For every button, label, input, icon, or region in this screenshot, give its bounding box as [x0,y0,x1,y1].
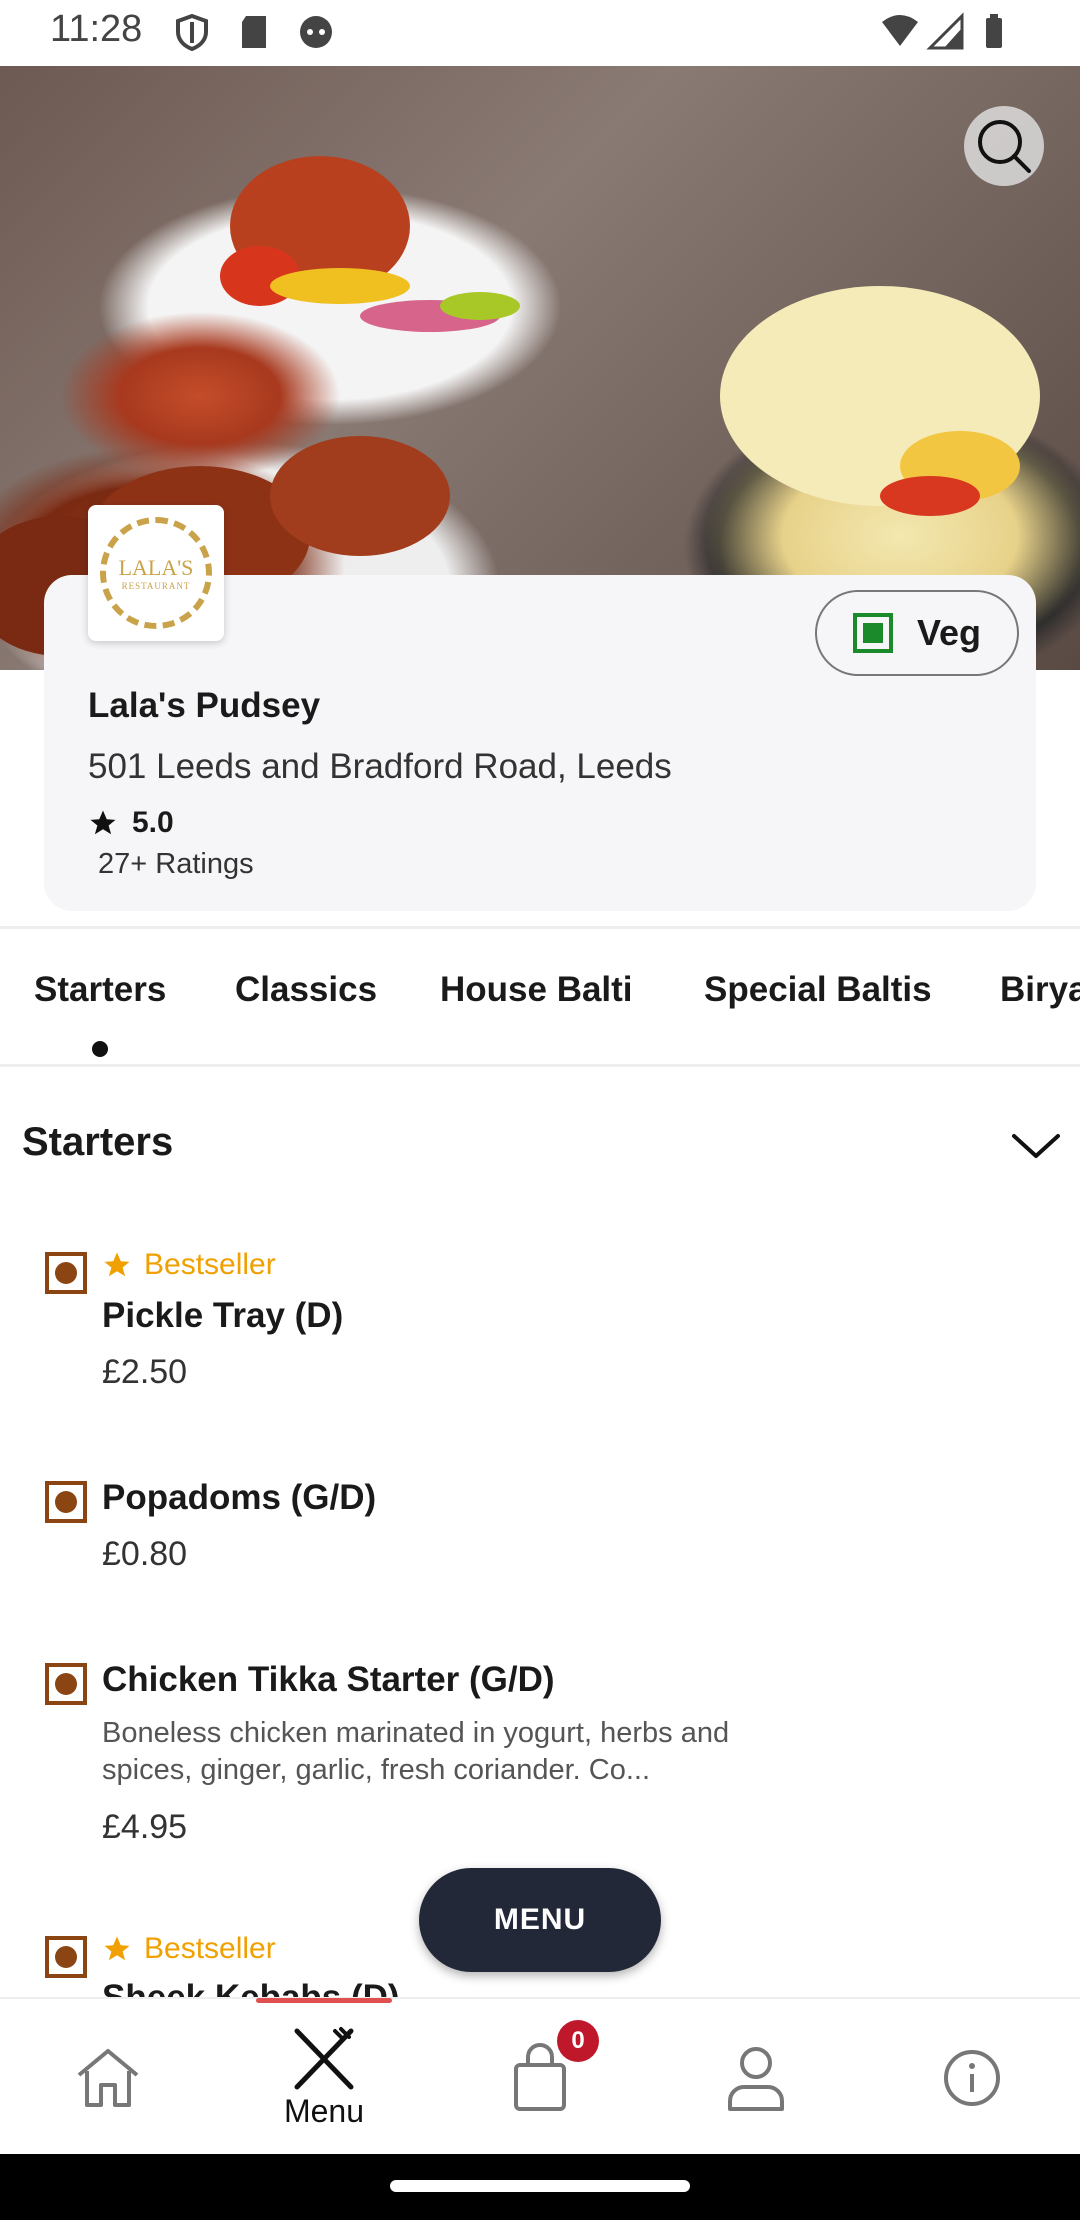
status-time: 11:28 [50,8,143,50]
bottom-nav: Menu [0,1997,1080,2156]
nav-cart[interactable] [432,1999,648,2156]
veg-icon [852,613,893,653]
star-icon [104,1936,130,1961]
category-tabs: Starters Classics House Balti Special Ba… [0,930,1080,1065]
nav-menu[interactable]: Menu [216,1999,432,2156]
user-icon [728,2046,784,2111]
veg-label: Veg [916,612,982,653]
item-price: £0.80 [102,1535,188,1573]
nav-home[interactable] [0,1999,216,2156]
item-name[interactable]: Chicken Tikka Starter (G/D) [102,1660,555,1700]
rating-value: 5.0 [132,806,174,839]
nav-info[interactable] [864,1999,1080,2156]
android-face-icon [300,16,332,48]
active-tab-indicator [92,1041,108,1057]
nav-active-indicator [256,1998,392,2003]
non-veg-icon [45,1252,87,1294]
wifi-icon [882,15,918,46]
item-name[interactable]: Pickle Tray (D) [102,1296,343,1336]
shield-icon [176,13,208,52]
section-title: Starters [22,1120,174,1164]
tab-starters[interactable]: Starters [34,970,166,1010]
item-price: £4.95 [102,1808,188,1846]
veg-filter-toggle[interactable]: Veg [815,590,1019,676]
tab-classics[interactable]: Classics [235,970,377,1010]
bestseller-label: Bestseller [144,1932,276,1965]
logo-subtext: RESTAURANT [121,581,191,591]
item-price: £2.50 [102,1353,188,1391]
nav-menu-label: Menu [283,2093,365,2129]
star-icon [104,1252,130,1277]
bestseller-tag: Bestseller [102,1248,276,1282]
item-name[interactable]: Popadoms (G/D) [102,1478,376,1518]
sd-card-icon [242,16,266,48]
signal-icon [926,12,964,50]
tab-house-balti[interactable]: House Balti [440,970,633,1010]
home-indicator[interactable] [390,2180,690,2192]
bestseller-label: Bestseller [144,1248,276,1281]
item-description: Boneless chicken marinated in yogurt, he… [102,1717,730,1786]
status-bar: 11:28 [0,0,1080,66]
non-veg-icon [45,1663,87,1705]
info-icon [944,2049,1000,2106]
tab-biryani[interactable]: Biryani [1000,970,1080,1010]
non-veg-icon [45,1936,87,1978]
battery-icon [986,14,1002,48]
restaurant-logo: LALA'S RESTAURANT [88,505,224,641]
search-button[interactable] [964,106,1044,186]
restaurant-rating: 5.0 [88,806,174,840]
fork-knife-icon [294,2027,354,2090]
home-icon [77,2048,139,2107]
star-icon [90,810,116,835]
nav-profile[interactable] [648,1999,864,2156]
logo-text: LALA'S [118,555,194,580]
non-veg-icon [45,1481,87,1523]
search-icon [978,120,1031,173]
restaurant-address: 501 Leeds and Bradford Road, Leeds [88,747,672,786]
chevron-down-icon[interactable] [1010,1126,1062,1166]
tab-special-baltis[interactable]: Special Baltis [704,970,932,1010]
restaurant-name: Lala's Pudsey [88,686,321,725]
menu-button[interactable]: MENU [419,1868,661,1972]
bestseller-tag: Bestseller [102,1932,276,1966]
rating-count: 27+ Ratings [98,848,254,880]
divider [0,926,1080,929]
divider [0,1064,1080,1067]
cart-badge: 0 [557,2020,599,2062]
